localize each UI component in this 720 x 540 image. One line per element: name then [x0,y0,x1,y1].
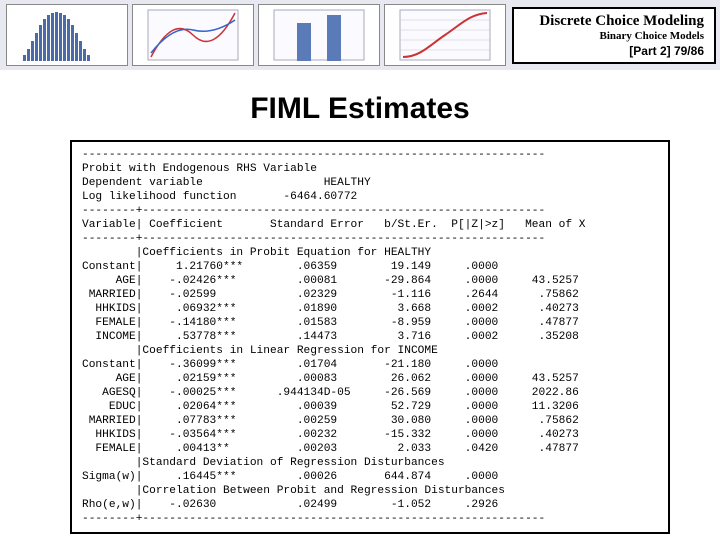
row: FEMALE| .00413** .00203 2.033 .0420 .478… [82,442,658,456]
row: AGE| .02159*** .00083 26.062 .0000 43.52… [82,372,658,386]
title-main: Discrete Choice Modeling [524,13,704,30]
sep-2: --------+-------------------------------… [82,232,658,246]
thumbnail-strip [0,0,512,70]
header-band: Discrete Choice Modeling Binary Choice M… [0,0,720,70]
thumb-chart-2 [132,4,254,66]
thumb-chart-3 [258,4,380,66]
row: AGE| -.02426*** .00081 -29.864 .0000 43.… [82,274,658,288]
row: HHKIDS| .06932*** .01890 3.668 .0002 .40… [82,302,658,316]
row: FEMALE| -.14180*** .01583 -8.959 .0000 .… [82,316,658,330]
thumb-chart-4 [384,4,506,66]
loglik-line: Log likelihood function -6464.60772 [82,190,658,204]
row-sigma: Sigma(w)| .16445*** .00026 644.874 .0000 [82,470,658,484]
row: MARRIED| .07783*** .00259 30.080 .0000 .… [82,414,658,428]
title-sub: Binary Choice Models [524,30,704,42]
page-title: FIML Estimates [0,92,720,126]
row: INCOME| .53778*** .14473 3.716 .0002 .35… [82,330,658,344]
title-part: [Part 2] 79/86 [524,44,704,58]
row: EDUC| .02064*** .00039 52.729 .0000 11.3… [82,400,658,414]
sep-bottom: --------+-------------------------------… [82,512,658,526]
estimates-output: ----------------------------------------… [70,140,670,534]
model-line: Probit with Endogenous RHS Variable [82,162,658,176]
column-header: Variable| Coefficient Standard Error b/S… [82,218,658,232]
row: AGESQ| -.00025*** .944134D-05 -26.569 .0… [82,386,658,400]
title-box: Discrete Choice Modeling Binary Choice M… [512,7,716,64]
thumb-chart-1 [6,4,128,66]
section-2-label: |Coefficients in Linear Regression for I… [82,344,658,358]
row: Constant| -.36099*** .01704 -21.180 .000… [82,358,658,372]
row: MARRIED| -.02599 .02329 -1.116 .2644 .75… [82,288,658,302]
section-1-label: |Coefficients in Probit Equation for HEA… [82,246,658,260]
output-divider-top: ----------------------------------------… [82,148,658,162]
sep-1: --------+-------------------------------… [82,204,658,218]
row: HHKIDS| -.03564*** .00232 -15.332 .0000 … [82,428,658,442]
section-3-label: |Standard Deviation of Regression Distur… [82,456,658,470]
dep-var-line: Dependent variable HEALTHY [82,176,658,190]
row: Constant| 1.21760*** .06359 19.149 .0000 [82,260,658,274]
row-rho: Rho(e,w)| -.02630 .02499 -1.052 .2926 [82,498,658,512]
section-4-label: |Correlation Between Probit and Regressi… [82,484,658,498]
